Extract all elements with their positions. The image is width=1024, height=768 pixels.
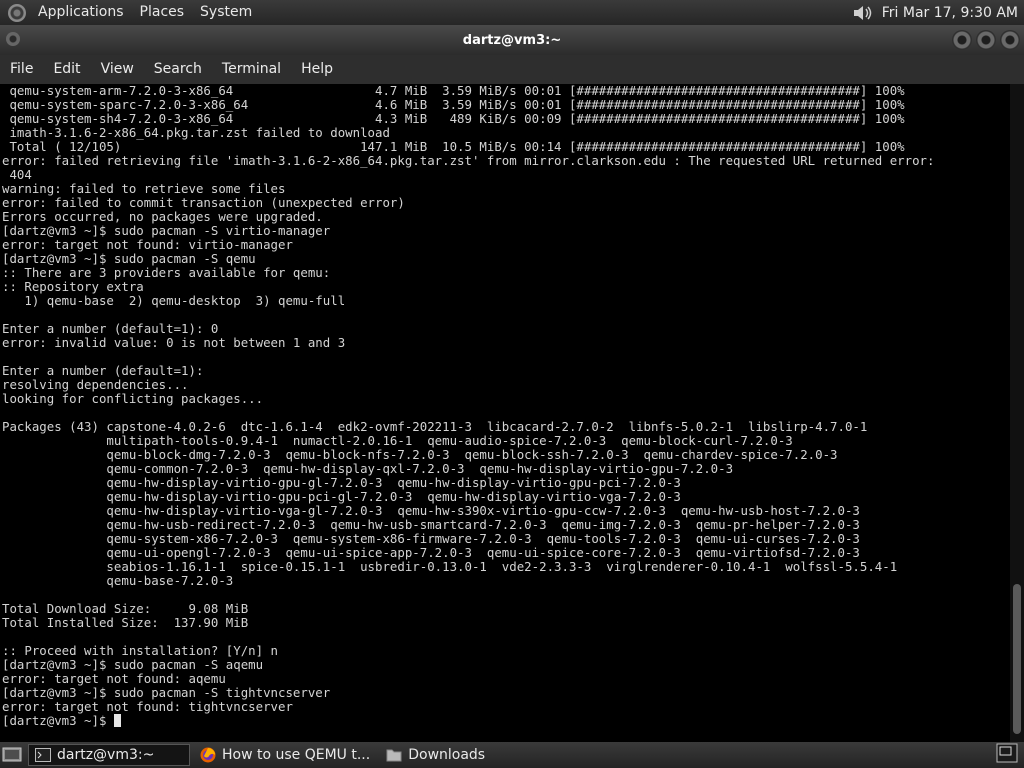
menu-edit[interactable]: Edit xyxy=(43,55,90,84)
close-icon[interactable] xyxy=(1000,30,1020,50)
terminal-scrollbar[interactable] xyxy=(1010,84,1024,742)
window-menu-icon[interactable] xyxy=(6,32,20,46)
menu-help[interactable]: Help xyxy=(291,55,343,84)
maximize-icon[interactable] xyxy=(976,30,996,50)
terminal-cursor xyxy=(113,714,121,727)
window-titlebar[interactable]: dartz@vm3:~ xyxy=(0,25,1024,55)
minimize-icon[interactable] xyxy=(952,30,972,50)
firefox-icon xyxy=(200,747,216,763)
menu-search[interactable]: Search xyxy=(144,55,212,84)
taskbar-item-downloads[interactable]: Downloads xyxy=(380,744,491,766)
terminal-icon xyxy=(35,747,51,763)
terminal-menubar: File Edit View Search Terminal Help xyxy=(0,55,1024,84)
menu-terminal[interactable]: Terminal xyxy=(212,55,291,84)
folder-icon xyxy=(386,747,402,763)
show-desktop-icon[interactable] xyxy=(2,745,24,765)
taskbar-item-firefox[interactable]: How to use QEMU t... xyxy=(194,744,376,766)
workspace-switcher-icon[interactable] xyxy=(996,743,1018,767)
menu-file[interactable]: File xyxy=(0,55,43,84)
scrollbar-thumb[interactable] xyxy=(1013,584,1021,734)
distro-logo-icon[interactable] xyxy=(8,3,26,22)
taskbar-item-label: Downloads xyxy=(408,747,486,763)
taskbar-item-terminal[interactable]: dartz@vm3:~ xyxy=(28,744,190,766)
menu-view[interactable]: View xyxy=(91,55,144,84)
bottom-panel: dartz@vm3:~ How to use QEMU t... Downloa… xyxy=(0,742,1024,768)
volume-icon[interactable] xyxy=(852,4,874,22)
top-panel: Applications Places System Fri Mar 17, 9… xyxy=(0,0,1024,25)
applications-menu[interactable]: Applications xyxy=(30,0,132,25)
taskbar-item-label: dartz@vm3:~ xyxy=(57,747,155,763)
taskbar-item-label: How to use QEMU t... xyxy=(222,747,371,763)
window-title: dartz@vm3:~ xyxy=(462,32,562,48)
terminal-output[interactable]: qemu-system-arm-7.2.0-3-x86_64 4.7 MiB 3… xyxy=(0,84,1010,742)
places-menu[interactable]: Places xyxy=(132,0,193,25)
terminal-text: qemu-system-arm-7.2.0-3-x86_64 4.7 MiB 3… xyxy=(2,84,935,728)
clock[interactable]: Fri Mar 17, 9:30 AM xyxy=(882,5,1018,21)
system-menu[interactable]: System xyxy=(192,0,260,25)
